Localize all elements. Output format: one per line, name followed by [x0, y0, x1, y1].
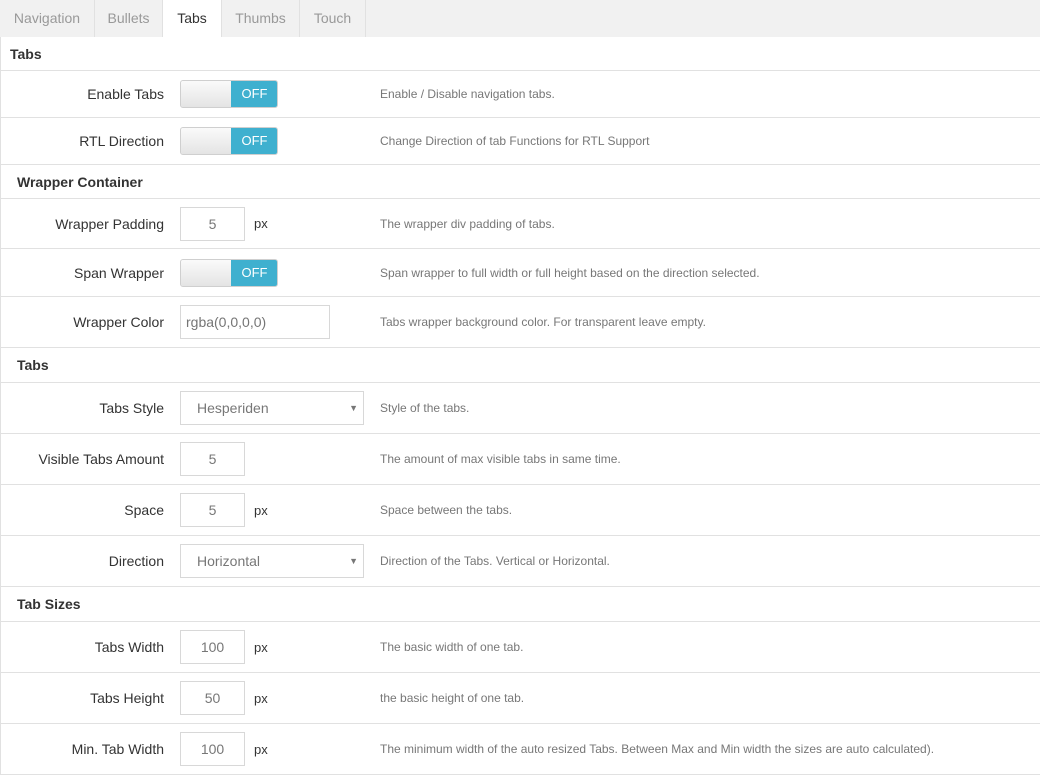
- min-tab-width-description: The minimum width of the auto resized Ta…: [380, 742, 935, 756]
- section-title-tab-sizes: Tab Sizes: [1, 587, 1040, 622]
- settings-tab-bar: Navigation Bullets Tabs Thumbs Touch: [0, 0, 1040, 38]
- section-title-tabs-style: Tabs: [1, 348, 1040, 383]
- rtl-direction-description: Change Direction of tab Functions for RT…: [380, 134, 650, 148]
- tabs-width-unit: px: [254, 639, 268, 655]
- wrapper-padding-input[interactable]: [180, 207, 245, 241]
- section-title-tabs: Tabs: [1, 37, 1040, 71]
- rtl-direction-row: RTL Direction OFF Change Direction of ta…: [1, 118, 1040, 165]
- direction-select[interactable]: Horizontal ▼: [180, 544, 364, 578]
- wrapper-color-input[interactable]: [180, 305, 330, 339]
- tabs-style-row: Tabs Style Hesperiden ▼ Style of the tab…: [1, 383, 1040, 434]
- tabs-height-unit: px: [254, 690, 268, 706]
- enable-tabs-description: Enable / Disable navigation tabs.: [380, 87, 555, 101]
- toggle-state: OFF: [231, 81, 277, 107]
- tabs-height-label: Tabs Height: [90, 690, 164, 706]
- wrapper-color-description: Tabs wrapper background color. For trans…: [380, 315, 706, 329]
- space-input[interactable]: [180, 493, 245, 527]
- direction-label: Direction: [108, 553, 164, 569]
- direction-value: Horizontal: [197, 553, 261, 569]
- tab-thumbs[interactable]: Thumbs: [222, 0, 300, 37]
- tabs-width-label: Tabs Width: [94, 639, 164, 655]
- enable-tabs-label: Enable Tabs: [87, 86, 164, 102]
- tabs-height-row: Tabs Height px the basic height of one t…: [1, 673, 1040, 724]
- toggle-knob: [181, 128, 232, 154]
- visible-tabs-amount-row: Visible Tabs Amount The amount of max vi…: [1, 434, 1040, 485]
- tab-touch[interactable]: Touch: [300, 0, 366, 37]
- wrapper-color-row: Wrapper Color Tabs wrapper background co…: [1, 297, 1040, 348]
- visible-tabs-amount-label: Visible Tabs Amount: [38, 451, 164, 467]
- tabs-width-row: Tabs Width px The basic width of one tab…: [1, 622, 1040, 673]
- section-title-wrapper-container: Wrapper Container: [1, 165, 1040, 199]
- tabs-height-input[interactable]: [180, 681, 245, 715]
- space-row: Space px Space between the tabs.: [1, 485, 1040, 536]
- wrapper-color-label: Wrapper Color: [73, 314, 164, 330]
- chevron-down-icon: ▼: [349, 403, 358, 413]
- direction-row: Direction Horizontal ▼ Direction of the …: [1, 536, 1040, 587]
- min-tab-width-input[interactable]: [180, 732, 245, 766]
- enable-tabs-row: Enable Tabs OFF Enable / Disable navigat…: [1, 71, 1040, 118]
- min-tab-width-unit: px: [254, 741, 268, 757]
- min-tab-width-label: Min. Tab Width: [71, 741, 164, 757]
- space-description: Space between the tabs.: [380, 503, 513, 517]
- toggle-state: OFF: [231, 128, 277, 154]
- span-wrapper-label: Span Wrapper: [73, 264, 164, 281]
- toggle-knob: [181, 81, 232, 107]
- toggle-state: OFF: [231, 260, 277, 286]
- space-unit: px: [254, 502, 268, 518]
- wrapper-padding-description: The wrapper div padding of tabs.: [380, 216, 555, 231]
- chevron-down-icon: ▼: [349, 556, 358, 566]
- span-wrapper-row: Span Wrapper OFF Span wrapper to full wi…: [1, 249, 1040, 297]
- tabs-width-input[interactable]: [180, 630, 245, 664]
- tabs-width-description: The basic width of one tab.: [380, 640, 524, 654]
- tab-tabs[interactable]: Tabs: [163, 0, 222, 38]
- space-label: Space: [124, 502, 164, 518]
- tabs-style-label: Tabs Style: [99, 400, 164, 416]
- rtl-direction-toggle[interactable]: OFF: [180, 127, 278, 155]
- tabs-settings-panel: Tabs Enable Tabs OFF Enable / Disable na…: [0, 37, 1040, 775]
- tabs-style-select[interactable]: Hesperiden ▼: [180, 391, 364, 425]
- tab-bullets[interactable]: Bullets: [95, 0, 163, 37]
- tab-navigation[interactable]: Navigation: [0, 0, 95, 37]
- enable-tabs-toggle[interactable]: OFF: [180, 80, 278, 108]
- span-wrapper-toggle[interactable]: OFF: [180, 259, 278, 287]
- wrapper-padding-row: Wrapper Padding px The wrapper div paddi…: [1, 199, 1040, 249]
- span-wrapper-description: Span wrapper to full width or full heigh…: [380, 265, 760, 280]
- tabs-style-value: Hesperiden: [197, 400, 269, 416]
- toggle-knob: [181, 260, 232, 286]
- wrapper-padding-label: Wrapper Padding: [55, 215, 164, 232]
- tabs-height-description: the basic height of one tab.: [380, 691, 525, 705]
- visible-tabs-amount-input[interactable]: [180, 442, 245, 476]
- rtl-direction-label: RTL Direction: [79, 133, 164, 149]
- direction-description: Direction of the Tabs. Vertical or Horiz…: [380, 554, 610, 568]
- wrapper-padding-unit: px: [254, 216, 268, 231]
- min-tab-width-row: Min. Tab Width px The minimum width of t…: [1, 724, 1040, 775]
- visible-tabs-amount-description: The amount of max visible tabs in same t…: [380, 452, 621, 466]
- tabs-style-description: Style of the tabs.: [380, 401, 470, 415]
